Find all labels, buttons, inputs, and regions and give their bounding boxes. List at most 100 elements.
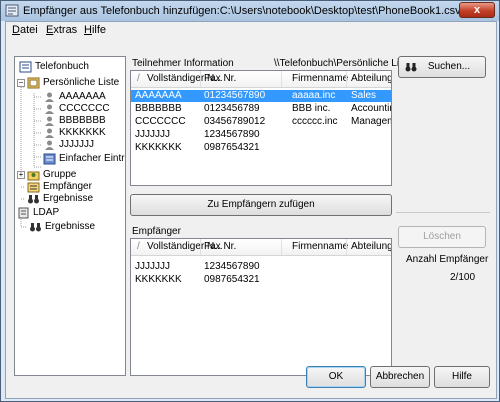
tree-collapse-toggle[interactable]: − <box>17 79 25 87</box>
address-book-icon <box>27 77 40 89</box>
tree-contact-label: AAAAAAA <box>59 91 106 102</box>
divider <box>396 212 490 213</box>
help-button[interactable]: Hilfe <box>434 366 490 388</box>
tree-contact-label: JJJJJJJ <box>59 139 94 150</box>
cell-name: CCCCCCC <box>135 116 186 127</box>
phonebook-tree[interactable]: Telefonbuch − Persönliche Liste AAAAAAA … <box>14 56 126 376</box>
recipients-icon <box>27 182 40 193</box>
column-divider[interactable] <box>281 71 282 87</box>
column-divider[interactable] <box>346 239 347 255</box>
menu-hilfe[interactable]: Hilfe <box>84 24 106 36</box>
cell-fax: 03456789012 <box>204 116 266 127</box>
cell-company: cccccc.inc <box>292 116 338 127</box>
cell-fax: 1234567890 <box>204 261 260 272</box>
tree-expand-toggle[interactable]: + <box>17 171 25 179</box>
tree-empfaenger-label: Empfänger <box>43 181 92 192</box>
cell-name: AAAAAAA <box>135 90 182 101</box>
recipients-list-header: / Vollständiger N... Fax Nr. Firmenname … <box>131 239 391 256</box>
cell-company: aaaaa.inc <box>292 90 336 101</box>
cell-department: Sales <box>351 90 377 101</box>
menu-extras-label: xtras <box>53 24 78 36</box>
menu-datei-label: atei <box>19 24 38 36</box>
cell-name: JJJJJJJ <box>135 129 170 140</box>
column-header-company[interactable]: Firmenname <box>292 241 348 252</box>
entry-icon <box>43 153 56 165</box>
cell-department: Management <box>351 116 391 127</box>
table-row[interactable]: KKKKKKK 0987654321 <box>131 274 391 286</box>
binoculars-icon <box>405 63 417 72</box>
table-row[interactable]: BBBBBBB 0123456789 BBB inc. Accounting <box>131 103 391 115</box>
sort-icon: / <box>137 73 140 84</box>
person-icon <box>45 104 54 114</box>
table-row[interactable]: CCCCCCC 03456789012 cccccc.inc Managemen… <box>131 116 391 128</box>
ok-button[interactable]: OK <box>306 366 366 388</box>
dialog-body: Datei Extras Hilfe Telefonbuch − Persönl… <box>5 21 497 399</box>
participant-list[interactable]: / Vollständiger N... Fax Nr. Firmenname … <box>130 70 392 186</box>
menu-datei[interactable]: Datei <box>12 24 38 36</box>
menu-hilfe-accesskey: H <box>84 24 92 36</box>
info-panel-label: Teilnehmer Information <box>132 58 234 69</box>
server-icon <box>18 207 29 219</box>
column-divider[interactable] <box>200 71 201 87</box>
cell-name: KKKKKKK <box>135 274 182 285</box>
tree-contact-label: CCCCCCC <box>59 103 110 114</box>
tree-contact-label: KKKKKKK <box>59 127 106 138</box>
person-icon <box>45 92 54 102</box>
cell-fax: 0123456789 <box>204 103 260 114</box>
recipients-list[interactable]: / Vollständiger N... Fax Nr. Firmenname … <box>130 238 392 376</box>
add-to-recipients-button[interactable]: Zu Empfängern zufügen <box>130 194 392 216</box>
menu-datei-accesskey: D <box>12 24 20 36</box>
cell-fax: 0987654321 <box>204 274 260 285</box>
table-row[interactable]: JJJJJJJ 1234567890 <box>131 261 391 273</box>
column-divider[interactable] <box>200 239 201 255</box>
tree-gruppe-label: Gruppe <box>43 169 77 180</box>
tree-einfacher-eintrag-label: Einfacher Eintrag <box>59 153 125 164</box>
cell-fax: 01234567890 <box>204 90 266 101</box>
table-row[interactable]: KKKKKKK 0987654321 <box>131 142 391 154</box>
menu-hilfe-label: ilfe <box>91 24 107 36</box>
group-icon <box>27 171 40 181</box>
info-panel-path: \\Telefonbuch\Persönliche Liste <box>274 58 413 69</box>
column-divider[interactable] <box>346 71 347 87</box>
column-divider[interactable] <box>281 239 282 255</box>
tree-contact-label: BBBBBBB <box>59 115 106 126</box>
table-row[interactable]: AAAAAAA 01234567890 aaaaa.inc Sales <box>131 90 391 102</box>
tree-telefonbuch-label: Telefonbuch <box>35 61 89 72</box>
delete-button[interactable]: Löschen <box>398 226 486 248</box>
phonebook-icon <box>19 61 32 73</box>
person-icon <box>45 116 54 126</box>
binoculars-icon <box>30 223 41 232</box>
column-header-company[interactable]: Firmenname <box>292 73 348 84</box>
tree-ldap-ergebnisse-label: Ergebnisse <box>45 221 96 232</box>
cancel-button[interactable]: Abbrechen <box>370 366 430 388</box>
cell-company: BBB inc. <box>292 103 331 114</box>
column-header-fax[interactable]: Fax Nr. <box>204 73 236 84</box>
column-header-department[interactable]: Abteilung <box>351 73 391 84</box>
recipients-panel-label: Empfänger <box>132 226 181 237</box>
phonebook-app-icon <box>5 4 19 17</box>
cell-name: BBBBBBB <box>135 103 182 114</box>
tree-ergebnisse-label: Ergebnisse <box>43 193 94 204</box>
close-button[interactable]: x <box>459 2 495 18</box>
table-row[interactable]: JJJJJJJ 1234567890 <box>131 129 391 141</box>
binoculars-icon <box>28 195 39 204</box>
tree-ldap-label: LDAP <box>33 207 60 218</box>
column-header-fax[interactable]: Fax Nr. <box>204 241 236 252</box>
person-icon <box>45 128 54 138</box>
cell-name: KKKKKKK <box>135 142 182 153</box>
menu-bar: Datei Extras Hilfe <box>6 22 496 39</box>
cell-fax: 1234567890 <box>204 129 260 140</box>
title-bar[interactable]: Empfänger aus Telefonbuch hinzufügen:C:\… <box>1 1 499 21</box>
window-title: Empfänger aus Telefonbuch hinzufügen:C:\… <box>23 5 461 17</box>
cell-fax: 0987654321 <box>204 142 260 153</box>
recipient-count-label: Anzahl Empfänger <box>406 254 489 265</box>
person-icon <box>45 140 54 150</box>
search-button[interactable]: Suchen... <box>398 56 486 78</box>
sort-icon: / <box>137 241 140 252</box>
tree-persoenliche-liste-label: Persönliche Liste <box>43 77 120 88</box>
column-header-department[interactable]: Abteilung <box>351 241 391 252</box>
participant-list-header: / Vollständiger N... Fax Nr. Firmenname … <box>131 71 391 88</box>
close-icon: x <box>473 4 481 16</box>
menu-extras[interactable]: Extras <box>46 24 77 36</box>
recipient-count-value: 2/100 <box>450 272 476 283</box>
